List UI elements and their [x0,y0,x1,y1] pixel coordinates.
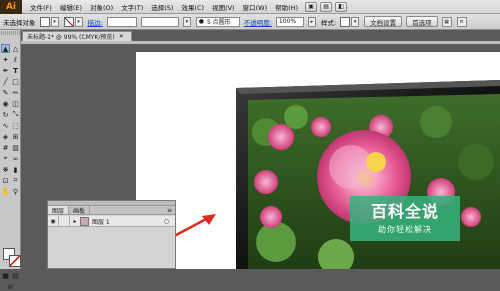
target-icon[interactable]: ○ [164,218,169,225]
panel-menu-icon[interactable]: ≡ [456,16,467,27]
menu-edit[interactable]: 编辑(E) [56,2,86,12]
expand-arrow-icon[interactable]: ▸ [70,218,80,225]
fill-color-swatch[interactable] [39,16,50,27]
panel-menu-icon[interactable]: ≡ [164,206,175,214]
tab-artboards[interactable]: 画板 [69,206,91,215]
stroke-dropdown[interactable]: ▾ [74,16,83,27]
menu-help[interactable]: 帮助(H) [271,2,302,12]
gradient-icon[interactable]: ▥ [11,143,20,152]
stroke-link[interactable]: 描边: [88,17,103,27]
line-tool-icon[interactable]: ╱ [1,77,10,86]
eye-icon[interactable]: ◉ [48,215,59,227]
color-mode-icon[interactable]: ■ [1,271,10,280]
stroke-swatch[interactable] [9,255,21,267]
layer-name[interactable]: 图层 1 [92,217,110,226]
arrange-icon[interactable]: ▦ [441,16,452,27]
none-mode-icon[interactable]: ⊘ [6,282,15,291]
symbol-sprayer-icon[interactable]: ❋ [1,165,10,174]
selection-status: 未选择对象 [3,18,36,27]
lock-icon[interactable] [59,215,70,227]
control-bar: 未选择对象 ▾ ▾ 描边: ▾ ● 5 点圆形 不透明度: 100% ▸ 样式:… [0,14,500,30]
menu-file[interactable]: 文件(F) [26,2,56,12]
menu-type[interactable]: 文字(T) [117,2,147,12]
menu-object[interactable]: 对象(O) [86,2,117,12]
close-icon[interactable]: ✕ [119,33,124,40]
free-transform-icon[interactable]: ⬚ [11,121,20,130]
opacity-dropdown[interactable]: ▸ [307,16,316,27]
watermark: 百科全说 助你轻松解决 [350,196,460,241]
layer-thumbnail [80,216,89,226]
watermark-subtitle: 助你轻松解决 [378,225,432,234]
lasso-icon[interactable]: ℓ [11,55,20,64]
tab-layers[interactable]: 图层 [48,206,70,215]
scale-icon[interactable]: ⤡ [11,110,20,119]
menu-view[interactable]: 视图(V) [208,2,239,12]
graph-icon[interactable]: ▮ [11,165,20,174]
rotate-icon[interactable]: ↻ [1,110,10,119]
selection-tool-icon[interactable]: ▲ [1,44,10,53]
blend-icon[interactable]: ∞ [11,154,20,163]
document-setup-button[interactable]: 文档设置 [364,16,403,27]
menu-select[interactable]: 选择(S) [147,2,177,12]
preferences-button[interactable]: 首选项 [406,16,438,27]
layer-row[interactable]: ◉ ▸ 图层 1 ○ [48,215,175,227]
bridge-button[interactable]: ▣ [305,1,318,12]
arrange-documents-button[interactable]: ▤ [320,1,333,12]
opacity-link[interactable]: 不透明度: [244,17,272,27]
stroke-color-swatch[interactable] [63,16,74,27]
pen-tool-icon[interactable]: ✒ [1,66,10,75]
opacity-field[interactable]: 100% [275,16,304,27]
menu-window[interactable]: 窗口(W) [239,2,272,12]
layers-tabs: 图层 画板 ≡ [48,206,175,215]
paintbrush-icon[interactable]: ✎ [1,88,10,97]
magic-wand-icon[interactable]: ✦ [1,55,10,64]
eyedropper-icon[interactable]: ⌖ [1,154,10,163]
graphic-style-swatch[interactable] [340,16,351,27]
type-tool-icon[interactable]: T [11,66,20,75]
document-tab[interactable]: 未标题-1* @ 99% (CMYK/预览) ✕ [22,31,132,41]
rectangle-tool-icon[interactable]: □ [11,77,20,86]
pencil-icon[interactable]: ✏ [11,88,20,97]
fill-dropdown[interactable]: ▾ [50,16,59,27]
app-logo: Ai [0,0,22,14]
workspace-button[interactable]: ◧ [335,1,348,12]
blob-brush-icon[interactable]: ◉ [1,99,10,108]
style-label: 样式: [320,18,337,27]
brush-value: 5 点圆形 [206,19,231,26]
artboard-tool-icon[interactable]: ⊡ [1,176,10,185]
profile-dropdown[interactable]: ▾ [182,16,191,27]
gradient-mode-icon[interactable]: ▤ [11,271,20,280]
direct-selection-tool-icon[interactable]: △ [11,44,20,53]
variable-width-profile[interactable] [140,16,179,27]
slice-icon[interactable]: ⌗ [11,176,20,185]
stroke-weight-field[interactable] [106,16,137,27]
eraser-icon[interactable]: ◫ [11,99,20,108]
hand-icon[interactable]: ✋ [1,187,10,196]
layers-panel: 图层 画板 ≡ ◉ ▸ 图层 1 ○ [47,200,176,269]
tools-panel-grip[interactable] [1,31,20,35]
style-dropdown[interactable]: ▾ [351,16,360,27]
menu-effect[interactable]: 效果(C) [177,2,208,12]
menu-bar: Ai 文件(F) 编辑(E) 对象(O) 文字(T) 选择(S) 效果(C) 视… [0,0,500,14]
warp-icon[interactable]: ∿ [1,121,10,130]
watermark-title: 百科全说 [370,202,439,221]
document-title: 未标题-1* @ 99% (CMYK/预览) [27,34,115,41]
zoom-icon[interactable]: ⚲ [11,187,20,196]
mesh-icon[interactable]: # [1,143,10,152]
brush-definition[interactable]: ● 5 点圆形 [195,16,240,27]
shape-builder-icon[interactable]: ◈ [1,132,10,141]
perspective-grid-icon[interactable]: ⊞ [11,132,20,141]
tools-panel: ▲ △ ✦ ℓ ✒ T ╱ □ ✎ ✏ ◉ ◫ ↻ ⤡ ∿ ⬚ ◈ ⊞ # ▥ … [0,30,21,291]
